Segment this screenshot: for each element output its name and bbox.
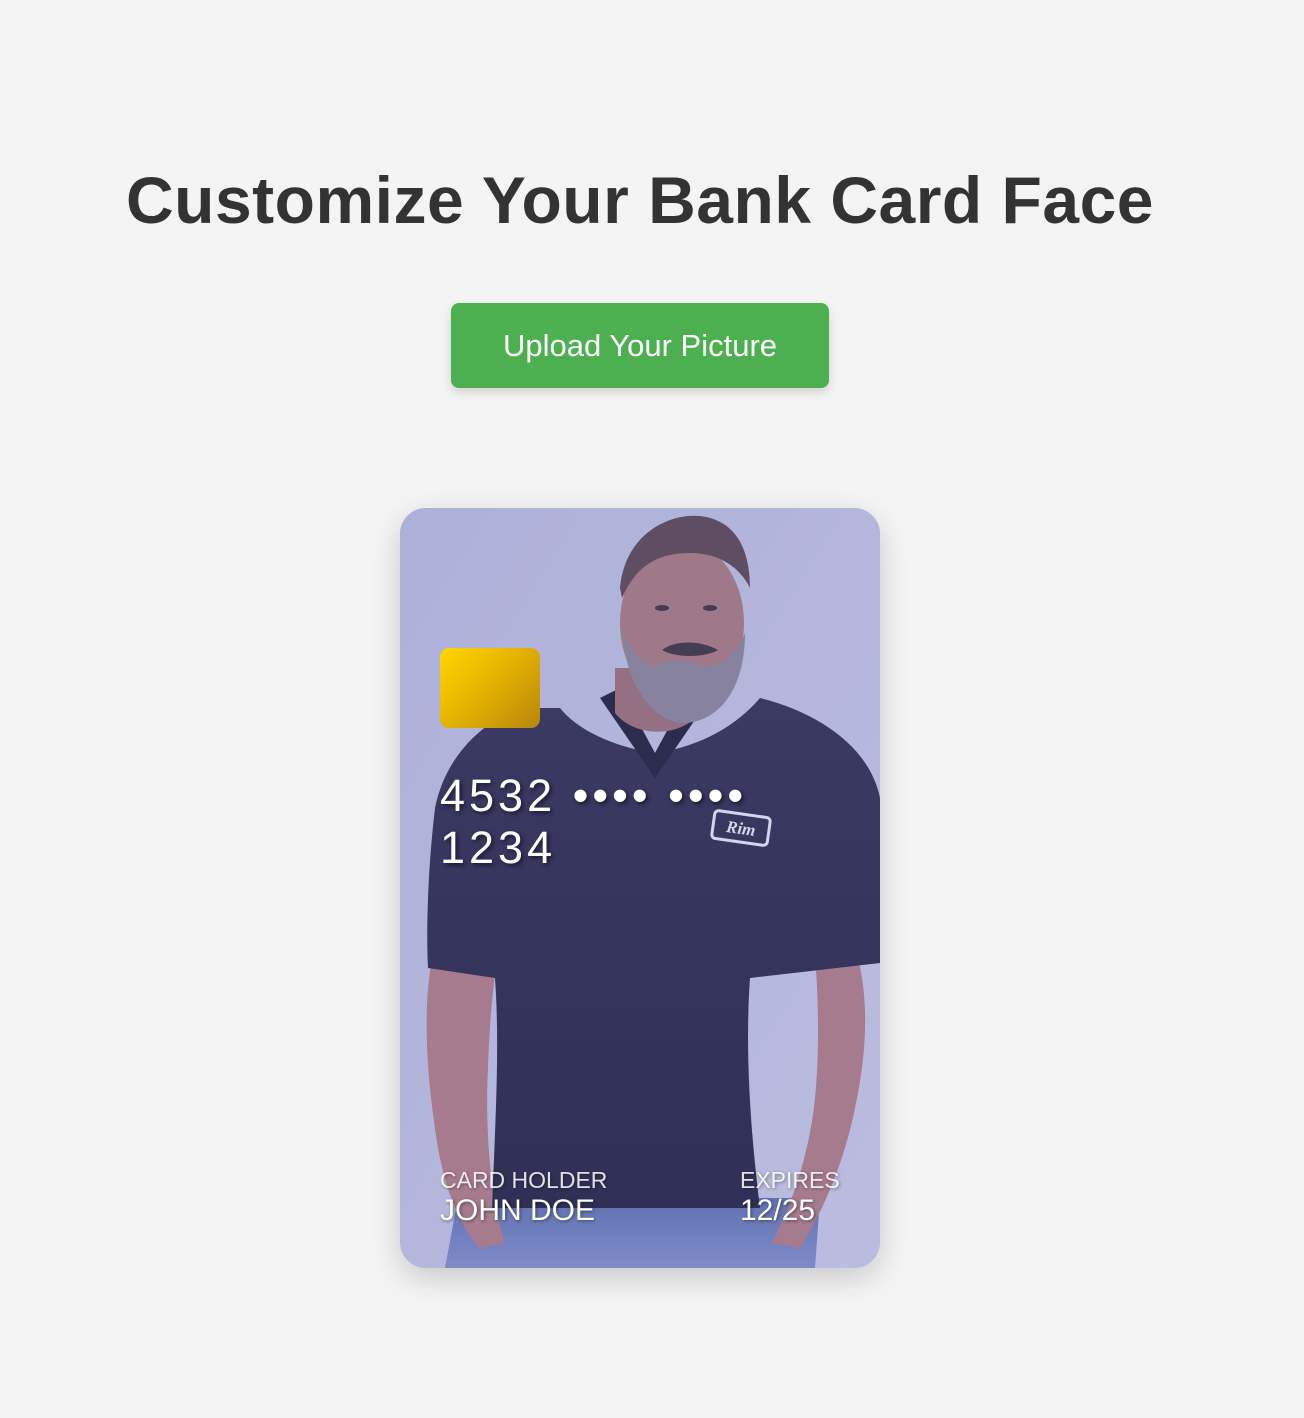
card-holder-name: JOHN DOE [440, 1194, 596, 1227]
card-expires-value: 12/25 [740, 1194, 816, 1227]
card-number-line-2: 1234 [440, 822, 557, 873]
card-expires-label: EXPIRES [740, 1167, 840, 1193]
card-holder: CARD HOLDER JOHN DOE [440, 1166, 607, 1228]
page: Customize Your Bank Card Face Upload You… [0, 0, 1304, 1418]
card-expiry: EXPIRES 12/25 [740, 1166, 840, 1228]
card-chip [440, 648, 540, 728]
card-number-line-1: 4532 •••• •••• [440, 770, 748, 821]
page-title: Customize Your Bank Card Face [126, 163, 1154, 237]
card-tint-overlay [400, 508, 880, 1268]
bank-card-preview: Rim 4532 •••• •••• 1234 CARD HOLDER JOHN… [400, 508, 880, 1268]
card-holder-label: CARD HOLDER [440, 1167, 608, 1193]
card-number: 4532 •••• •••• 1234 [440, 770, 800, 874]
upload-picture-button[interactable]: Upload Your Picture [451, 303, 829, 388]
